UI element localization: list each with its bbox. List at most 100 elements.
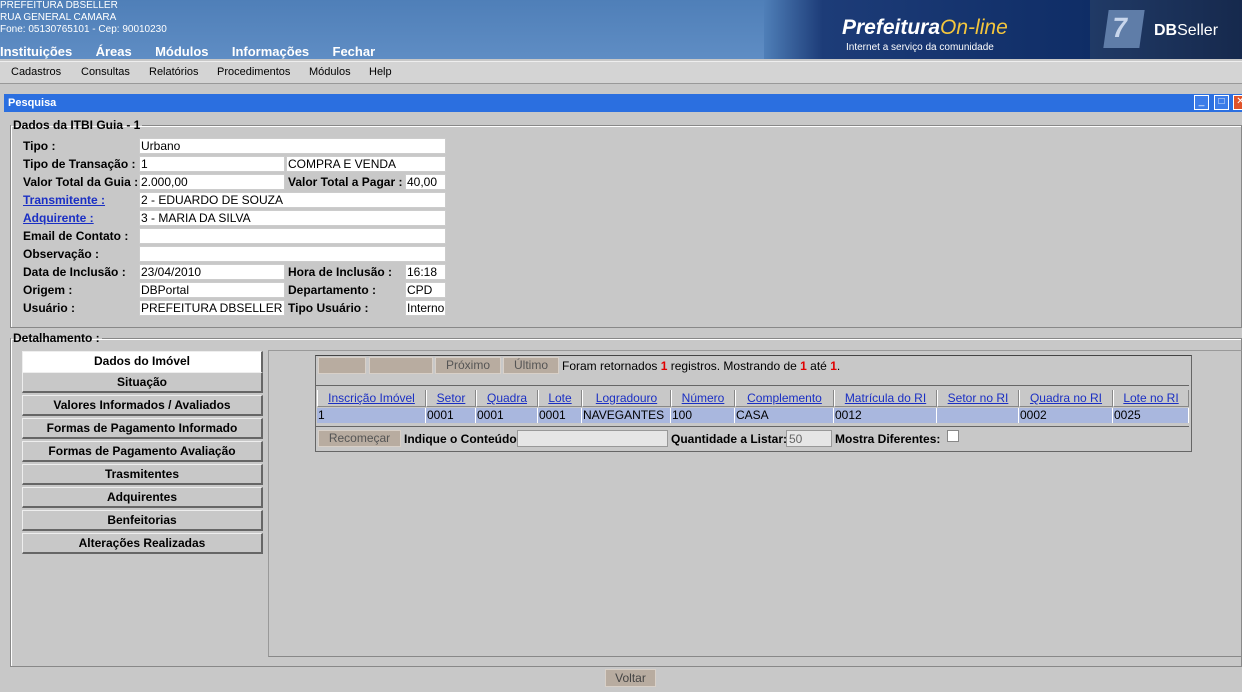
cell-complemento[interactable]: CASA xyxy=(735,408,834,423)
nav-areas[interactable]: Áreas xyxy=(96,44,132,59)
tab-pagamento-informado[interactable]: Formas de Pagamento Informado xyxy=(22,418,263,439)
cell-inscricao[interactable]: 1 xyxy=(317,408,426,423)
grid-divider-bottom xyxy=(316,426,1189,427)
voltar-button[interactable]: Voltar xyxy=(605,669,656,687)
cell-setor-ri[interactable] xyxy=(937,408,1019,423)
diferentes-label: Mostra Diferentes: xyxy=(835,432,941,446)
col-setor-ri[interactable]: Setor no RI xyxy=(937,390,1019,407)
tab-benfeitorias[interactable]: Benfeitorias xyxy=(22,510,263,531)
col-lote-ri[interactable]: Lote no RI xyxy=(1113,390,1189,407)
results-status: Foram retornados 1 registros. Mostrando … xyxy=(562,359,840,373)
quantidade-label: Quantidade a Listar: xyxy=(671,432,788,446)
first-page-button[interactable] xyxy=(318,357,366,374)
tab-dados-imovel[interactable]: Dados do Imóvel xyxy=(22,351,263,372)
diferentes-checkbox[interactable] xyxy=(947,430,959,442)
col-matricula-ri[interactable]: Matrícula do RI xyxy=(834,390,937,407)
usuario-field: PREFEITURA DBSELLER xyxy=(139,300,285,316)
transacao-label: Tipo de Transação : xyxy=(23,157,136,171)
recomecar-button[interactable]: Recomeçar xyxy=(318,430,401,447)
dbseller-mark-icon: 7 xyxy=(1103,10,1145,48)
detalhamento-legend: Detalhamento : xyxy=(13,331,100,345)
grid-divider xyxy=(316,385,1189,386)
obs-label: Observação : xyxy=(23,247,100,261)
transmitente-field: 2 - EDUARDO DE SOUZA xyxy=(139,192,446,208)
transacao-desc-field: COMPRA E VENDA xyxy=(286,156,446,172)
quantidade-input[interactable] xyxy=(786,430,832,447)
brand-online: On-line xyxy=(940,16,1008,39)
menu-modulos[interactable]: Módulos xyxy=(309,66,351,78)
tipo-label: Tipo : xyxy=(23,139,56,153)
col-inscricao[interactable]: Inscrição Imóvel xyxy=(317,390,426,407)
entity-name: PREFEITURA DBSELLER xyxy=(0,0,118,11)
valor-pagar-field: 40,00 xyxy=(405,174,446,190)
menu-relatorios[interactable]: Relatórios xyxy=(149,66,199,78)
tab-adquirentes[interactable]: Adquirentes xyxy=(22,487,263,508)
tab-trasmitentes[interactable]: Trasmitentes xyxy=(22,464,263,485)
col-setor[interactable]: Setor xyxy=(426,390,476,407)
origem-label: Origem : xyxy=(23,283,73,297)
close-button[interactable]: ✕ xyxy=(1233,95,1242,110)
cell-setor[interactable]: 0001 xyxy=(426,408,476,423)
status-to: 1 xyxy=(830,359,837,373)
last-page-button[interactable]: Último xyxy=(503,357,559,374)
menu-procedimentos[interactable]: Procedimentos xyxy=(217,66,290,78)
cell-quadra[interactable]: 0001 xyxy=(476,408,538,423)
usuario-label: Usuário : xyxy=(23,301,76,315)
status-text-d: . xyxy=(836,359,841,373)
nav-modulos[interactable]: Módulos xyxy=(155,44,208,59)
cell-matricula-ri[interactable]: 0012 xyxy=(834,408,937,423)
header-nav: Instituições Áreas Módulos Informações F… xyxy=(0,44,395,59)
tab-pagamento-avaliacao[interactable]: Formas de Pagamento Avaliação xyxy=(22,441,263,462)
col-quadra-ri[interactable]: Quadra no RI xyxy=(1019,390,1113,407)
menu-help[interactable]: Help xyxy=(369,66,392,78)
cell-quadra-ri[interactable]: 0002 xyxy=(1019,408,1113,423)
next-page-button[interactable]: Próximo xyxy=(435,357,501,374)
transmitente-link[interactable]: Transmitente : xyxy=(23,193,105,207)
menu-cadastros[interactable]: Cadastros xyxy=(11,66,61,78)
status-from: 1 xyxy=(800,359,807,373)
col-numero[interactable]: Número xyxy=(671,390,735,407)
hora-label: Hora de Inclusão : xyxy=(288,265,393,279)
menu-consultas[interactable]: Consultas xyxy=(81,66,130,78)
header-info: PREFEITURA DBSELLER RUA GENERAL CAMARA F… xyxy=(0,0,167,36)
cell-logradouro[interactable]: NAVEGANTES xyxy=(582,408,671,423)
col-quadra[interactable]: Quadra xyxy=(476,390,538,407)
brand-name: Prefeitura xyxy=(842,16,941,39)
app-header: PREFEITURA DBSELLER RUA GENERAL CAMARA F… xyxy=(0,0,1242,59)
transacao-code-field: 1 xyxy=(139,156,285,172)
depto-label: Departamento : xyxy=(288,283,377,297)
nav-informacoes[interactable]: Informações xyxy=(232,44,309,59)
valor-total-label: Valor Total da Guia : xyxy=(23,175,139,189)
cell-lote[interactable]: 0001 xyxy=(538,408,582,423)
window-titlebar: Pesquisa _ □ ✕ xyxy=(4,94,1242,112)
tipo-usuario-field: Interno xyxy=(405,300,446,316)
dbseller-logo: 7 DBSeller xyxy=(1090,0,1242,59)
col-complemento[interactable]: Complemento xyxy=(735,390,834,407)
itbi-legend: Dados da ITBI Guia - 1 xyxy=(13,118,141,132)
conteudo-label: Indique o Conteúdo: xyxy=(404,432,521,446)
depto-field: CPD xyxy=(405,282,446,298)
prev-page-button[interactable] xyxy=(369,357,433,374)
menubar: Cadastros Consultas Relatórios Procedime… xyxy=(0,61,1242,84)
tipo-usuario-label: Tipo Usuário : xyxy=(288,301,369,315)
window-title: Pesquisa xyxy=(8,97,57,109)
cell-lote-ri[interactable]: 0025 xyxy=(1113,408,1189,423)
col-logradouro[interactable]: Logradouro xyxy=(582,390,671,407)
entity-contact: Fone: 05130765101 - Cep: 90010230 xyxy=(0,24,167,35)
valor-pagar-label: Valor Total a Pagar : xyxy=(288,175,403,189)
adquirente-link[interactable]: Adquirente : xyxy=(23,211,94,225)
col-lote[interactable]: Lote xyxy=(538,390,582,407)
tab-valores[interactable]: Valores Informados / Avaliados xyxy=(22,395,263,416)
tab-alteracoes[interactable]: Alterações Realizadas xyxy=(22,533,263,554)
entity-address: RUA GENERAL CAMARA xyxy=(0,12,117,23)
maximize-button[interactable]: □ xyxy=(1214,95,1229,110)
origem-field: DBPortal xyxy=(139,282,285,298)
data-label: Data de Inclusão : xyxy=(23,265,126,279)
conteudo-input[interactable] xyxy=(517,430,668,447)
minimize-button[interactable]: _ xyxy=(1194,95,1209,110)
nav-instituicoes[interactable]: Instituições xyxy=(0,44,72,59)
tab-situacao[interactable]: Situação xyxy=(22,372,263,393)
cell-numero[interactable]: 100 xyxy=(671,408,735,423)
email-label: Email de Contato : xyxy=(23,229,129,243)
nav-fechar[interactable]: Fechar xyxy=(333,44,376,59)
